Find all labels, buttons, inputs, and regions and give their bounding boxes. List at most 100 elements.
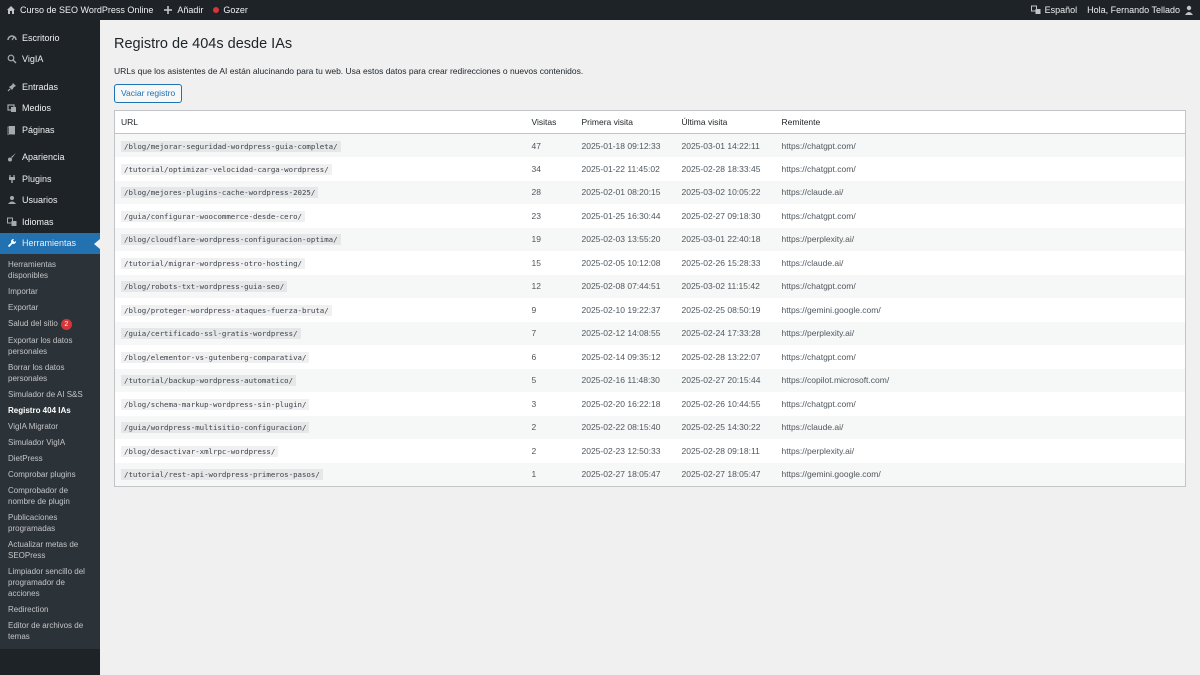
home-icon <box>6 5 16 15</box>
main-content: Registro de 404s desde IAs URLs que los … <box>100 20 1200 675</box>
submenu-seopress-metas[interactable]: Actualizar metas de SEOPress <box>0 537 100 564</box>
cell-remitente: https://gemini.google.com/ <box>781 469 881 479</box>
menu-medios[interactable]: Medios <box>0 98 100 120</box>
submenu-comprobar-plugins[interactable]: Comprobar plugins <box>0 467 100 483</box>
url-code: /guia/certificado-ssl-gratis-wordpress/ <box>121 328 301 340</box>
cell-ultima-visita: 2025-02-28 09:18:11 <box>681 445 760 456</box>
cell-ultima-visita: 2025-02-27 18:05:47 <box>681 469 761 479</box>
cell-ultima-visita: 2025-03-01 22:40:18 <box>681 234 761 245</box>
submenu-simulador-vigia[interactable]: Simulador VigIA <box>0 435 100 451</box>
cell-remitente: https://chatgpt.com/ <box>781 281 856 292</box>
add-new-link[interactable]: Añadir <box>163 5 203 15</box>
cell-primera-visita: 2025-01-25 16:30:44 <box>581 210 661 221</box>
submenu-label: Exportar los datos personales <box>8 336 73 356</box>
cell-ultima-visita: 2025-03-02 11:15:42 <box>681 281 760 292</box>
clear-log-button[interactable]: Vaciar registro <box>114 84 183 103</box>
search-icon <box>6 54 17 65</box>
submenu-limpiador-programador[interactable]: Limpiador sencillo del programador de ac… <box>0 564 100 602</box>
table-row: /tutorial/migrar-wordpress-otro-hosting/… <box>115 251 1186 275</box>
submenu-redirection[interactable]: Redirection <box>0 602 100 618</box>
submenu-salud-del-sitio[interactable]: Salud del sitio 2 <box>0 316 100 333</box>
url-code: /guia/wordpress-multisitio-configuracion… <box>121 422 310 434</box>
cell-primera-visita: 2025-02-16 11:48:30 <box>581 375 660 386</box>
table-row: /blog/elementor-vs-gutenberg-comparativa… <box>115 345 1186 369</box>
cell-ultima-visita: 2025-02-27 09:18:30 <box>681 210 761 221</box>
url-code: /blog/proteger-wordpress-ataques-fuerza-… <box>121 304 332 316</box>
cell-remitente: https://claude.ai/ <box>781 187 844 198</box>
cell-primera-visita: 2025-02-05 10:12:08 <box>581 257 661 268</box>
cell-url: /tutorial/backup-wordpress-automatico/ <box>115 369 526 393</box>
table-row: /blog/mejores-plugins-cache-wordpress-20… <box>114 180 1186 204</box>
cell-primera-visita: 2025-02-20 16:22:18 <box>581 398 661 409</box>
cell-ultima-visita: 2025-02-24 17:33:28 <box>681 328 761 339</box>
cell-url: /tutorial/optimizar-velocidad-carga-word… <box>115 157 526 181</box>
menu-label: Idiomas <box>22 216 54 227</box>
url-code: /blog/desactivar-xmlrpc-wordpress/ <box>121 445 279 457</box>
page-title: Registro de 404s desde IAs <box>114 36 293 52</box>
submenu-borrar-datos[interactable]: Borrar los datos personales <box>0 360 100 387</box>
url-code: /blog/elementor-vs-gutenberg-comparativa… <box>121 351 310 363</box>
plus-icon <box>163 5 173 15</box>
submenu-label: Simulador VigIA <box>8 438 66 447</box>
cell-primera-visita: 2025-02-03 13:55:20 <box>581 234 661 245</box>
submenu-label: Exportar <box>8 303 39 312</box>
submenu-label: Limpiador sencillo del programador de ac… <box>8 567 85 598</box>
menu-paginas[interactable]: Páginas <box>0 119 100 141</box>
menu-entradas[interactable]: Entradas <box>0 76 100 98</box>
column-header-url: URL <box>114 110 526 134</box>
submenu-dietpress[interactable]: DietPress <box>0 451 100 467</box>
submenu-simulador-ai[interactable]: Simulador de AI S&S <box>0 387 100 403</box>
submenu-exportar-datos[interactable]: Exportar los datos personales <box>0 333 100 360</box>
cell-visitas: 9 <box>531 304 537 315</box>
cell-url: /blog/elementor-vs-gutenberg-comparativa… <box>115 345 526 369</box>
submenu-vigia-migrator[interactable]: VigIA Migrator <box>0 419 100 435</box>
menu-escritorio[interactable]: Escritorio <box>0 27 100 49</box>
menu-apariencia[interactable]: Apariencia <box>0 147 100 169</box>
menu-plugins[interactable]: Plugins <box>0 168 100 190</box>
gozer-link[interactable]: Gozer <box>213 5 248 15</box>
menu-vigia[interactable]: VigIA <box>0 49 100 71</box>
cell-primera-visita: 2025-02-23 12:50:33 <box>581 445 661 456</box>
my-account-link[interactable]: Hola, Fernando Tellado <box>1087 5 1194 15</box>
submenu-publicaciones-programadas[interactable]: Publicaciones programadas <box>0 510 100 537</box>
submenu-herramientas-disponibles[interactable]: Herramientas disponibles <box>0 257 100 284</box>
site-name-link[interactable]: Curso de SEO WordPress Online <box>6 5 153 15</box>
menu-idiomas[interactable]: Idiomas <box>0 211 100 233</box>
menu-label: Usuarios <box>22 195 58 206</box>
table-body: /blog/mejorar-seguridad-wordpress-guia-c… <box>114 133 1186 486</box>
cell-ultima-visita: 2025-03-02 10:05:22 <box>681 187 761 198</box>
cell-url: /blog/desactivar-xmlrpc-wordpress/ <box>115 439 526 463</box>
cell-remitente: https://chatgpt.com/ <box>781 140 856 151</box>
status-dot-icon <box>213 7 220 13</box>
cell-visitas: 12 <box>531 281 541 292</box>
cell-remitente: https://perplexity.ai/ <box>781 328 855 339</box>
url-code: /tutorial/backup-wordpress-automatico/ <box>121 375 297 387</box>
submenu-registro-404[interactable]: Registro 404 IAs <box>0 403 100 419</box>
cell-remitente: https://gemini.google.com/ <box>781 304 881 315</box>
column-header-primera-visita: Primera visita <box>575 110 676 134</box>
cell-visitas: 6 <box>531 351 537 362</box>
site-health-badge: 2 <box>60 319 72 330</box>
table-row: /blog/cloudflare-wordpress-configuracion… <box>114 227 1186 252</box>
url-code: /blog/schema-markup-wordpress-sin-plugin… <box>121 398 310 410</box>
menu-usuarios[interactable]: Usuarios <box>0 190 100 212</box>
submenu-label: DietPress <box>8 454 43 463</box>
cell-visitas: 34 <box>531 163 541 174</box>
cell-url: /blog/robots-txt-wordpress-guia-seo/ <box>115 275 526 299</box>
cell-primera-visita: 2025-02-27 18:05:47 <box>581 469 661 479</box>
submenu-editor-temas[interactable]: Editor de archivos de temas <box>0 618 100 645</box>
url-code: /tutorial/rest-api-wordpress-primeros-pa… <box>121 469 323 480</box>
submenu-comprobador-nombre[interactable]: Comprobador de nombre de plugin <box>0 483 100 510</box>
cell-ultima-visita: 2025-02-25 14:30:22 <box>681 422 761 433</box>
cell-url: /blog/cloudflare-wordpress-configuracion… <box>115 228 526 252</box>
submenu-label: Redirection <box>8 605 49 614</box>
menu-herramientas[interactable]: Herramientas <box>0 232 100 254</box>
brush-icon <box>6 152 17 163</box>
translation-icon <box>6 216 17 227</box>
table-row: /blog/schema-markup-wordpress-sin-plugin… <box>115 392 1186 416</box>
submenu-importar[interactable]: Importar <box>0 284 100 300</box>
cell-primera-visita: 2025-01-22 11:45:02 <box>581 163 660 174</box>
cell-primera-visita: 2025-02-10 19:22:37 <box>581 304 661 315</box>
submenu-exportar[interactable]: Exportar <box>0 300 100 316</box>
language-switcher[interactable]: Español <box>1030 5 1077 15</box>
